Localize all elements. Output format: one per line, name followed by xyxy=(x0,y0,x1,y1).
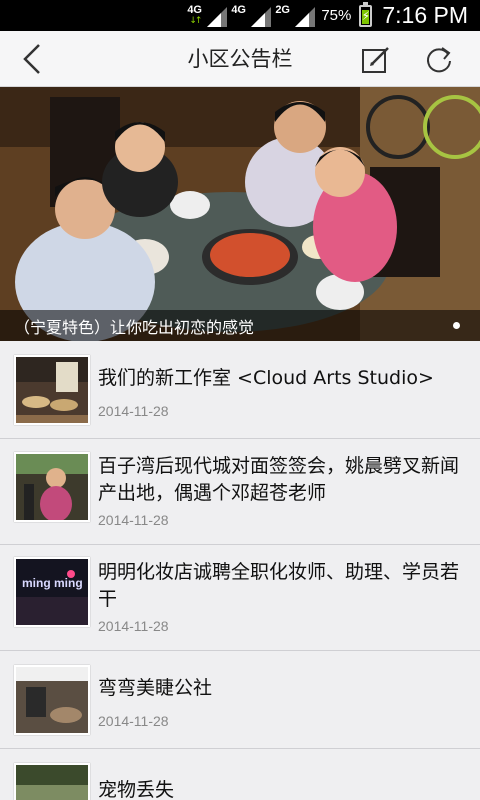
title-bar: 小区公告栏 xyxy=(0,31,480,87)
item-date: 2014-11-28 xyxy=(98,713,169,729)
item-thumbnail: ming ming xyxy=(14,557,90,627)
battery-percent: 75% xyxy=(321,7,352,24)
network-2g-icon: 2G xyxy=(275,0,316,31)
item-title: 宠物丢失 xyxy=(98,779,175,800)
notice-list: 我们的新工作室 <Cloud Arts Studio> 2014-11-28 百… xyxy=(0,341,480,800)
item-date: 2014-11-28 xyxy=(98,618,169,634)
list-item[interactable]: 弯弯美睫公社 2014-11-28 xyxy=(0,651,480,749)
item-thumbnail xyxy=(14,452,90,522)
banner-caption: （宁夏特色）让你吃出初恋的感觉 xyxy=(14,318,255,337)
item-thumbnail xyxy=(14,763,90,800)
battery-charging-icon: ⚡ xyxy=(359,1,373,27)
banner-photo xyxy=(0,87,480,341)
featured-banner[interactable]: （宁夏特色）让你吃出初恋的感觉 xyxy=(0,87,480,341)
item-date: 2014-11-28 xyxy=(98,512,169,528)
list-item[interactable]: 我们的新工作室 <Cloud Arts Studio> 2014-11-28 xyxy=(0,341,480,439)
refresh-icon xyxy=(427,47,451,73)
list-item[interactable]: 百子湾后现代城对面签签会，姚晨劈叉新闻产出地，偶遇个邓超苍老师 2014-11-… xyxy=(0,439,480,545)
network-4g-signal-icon: 4G xyxy=(231,0,272,31)
clock: 7:16 PM xyxy=(382,2,468,28)
item-title: 我们的新工作室 <Cloud Arts Studio> xyxy=(98,367,434,389)
item-title: 百子湾后现代城对面签签会，姚晨劈叉新闻产出地，偶遇个邓超苍老师 xyxy=(98,455,460,504)
compose-button[interactable] xyxy=(358,43,394,77)
status-icons: 4G ↓↑ 4G 2G 75% ⚡ 7:16 PM xyxy=(187,0,468,31)
carousel-indicator-dot[interactable] xyxy=(453,322,460,329)
compose-icon xyxy=(362,47,389,73)
list-item[interactable]: ming ming 明明化妆店诚聘全职化妆师、助理、学员若干 2014-11-2… xyxy=(0,545,480,651)
thumb-sign-text: ming ming xyxy=(22,576,83,590)
item-thumbnail xyxy=(14,355,90,425)
list-item[interactable]: 宠物丢失 xyxy=(0,749,480,800)
item-date: 2014-11-28 xyxy=(98,403,169,419)
page-title: 小区公告栏 xyxy=(187,47,293,71)
item-title: 明明化妆店诚聘全职化妆师、助理、学员若干 xyxy=(98,561,460,610)
item-title: 弯弯美睫公社 xyxy=(98,677,213,699)
network-4g-icon: 4G ↓↑ xyxy=(187,0,228,31)
refresh-button[interactable] xyxy=(421,43,457,77)
banner-caption-bar: （宁夏特色）让你吃出初恋的感觉 xyxy=(0,310,480,341)
status-bar: 4G ↓↑ 4G 2G 75% ⚡ 7:16 PM xyxy=(0,0,480,31)
item-thumbnail xyxy=(14,665,90,735)
